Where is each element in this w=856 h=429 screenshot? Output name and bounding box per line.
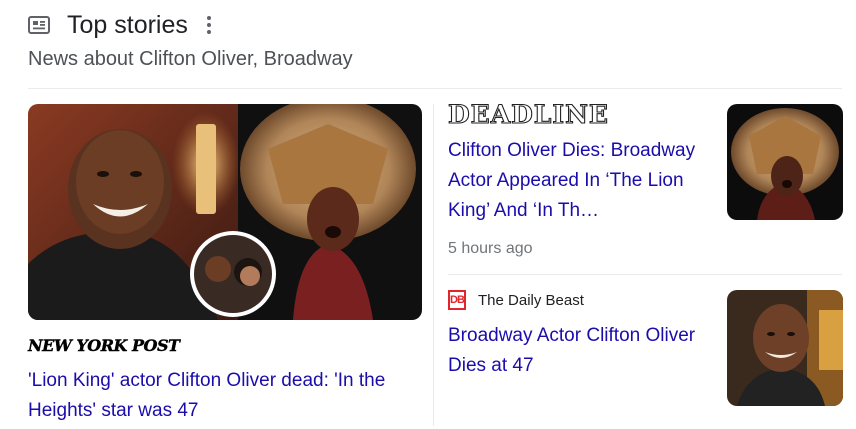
story-hero-image[interactable]: [28, 104, 422, 320]
story-source-nypost: NEW YORK POST: [28, 336, 180, 355]
divider: [28, 88, 842, 89]
source-name: The Daily Beast: [478, 291, 584, 309]
section-subtitle: News about Clifton Oliver, Broadway: [28, 48, 353, 70]
story-card-dailybeast[interactable]: DB The Daily Beast Broadway Actor Clifto…: [448, 286, 843, 426]
top-stories-header: Top stories: [28, 8, 212, 42]
section-title: Top stories: [67, 10, 188, 39]
story-headline[interactable]: Clifton Oliver Dies: Broadway Actor Appe…: [448, 136, 710, 226]
story-timestamp: 5 hours ago: [448, 240, 533, 257]
divider: [448, 274, 842, 275]
story-card-deadline[interactable]: DEADLINE Clifton Oliver Dies: Broadway A…: [447, 99, 843, 270]
daily-beast-logo-icon: DB: [448, 290, 466, 310]
story-headline[interactable]: Broadway Actor Clifton Oliver Dies at 47: [448, 321, 710, 381]
story-headline[interactable]: 'Lion King' actor Clifton Oliver dead: '…: [28, 366, 422, 426]
more-vert-icon[interactable]: [206, 16, 212, 34]
newspaper-icon: [28, 16, 50, 34]
column-divider: [433, 104, 434, 426]
story-thumbnail[interactable]: [727, 104, 843, 220]
story-thumbnail[interactable]: [727, 290, 843, 406]
story-card-main[interactable]: NEW YORK POST 'Lion King' actor Clifton …: [28, 104, 422, 426]
